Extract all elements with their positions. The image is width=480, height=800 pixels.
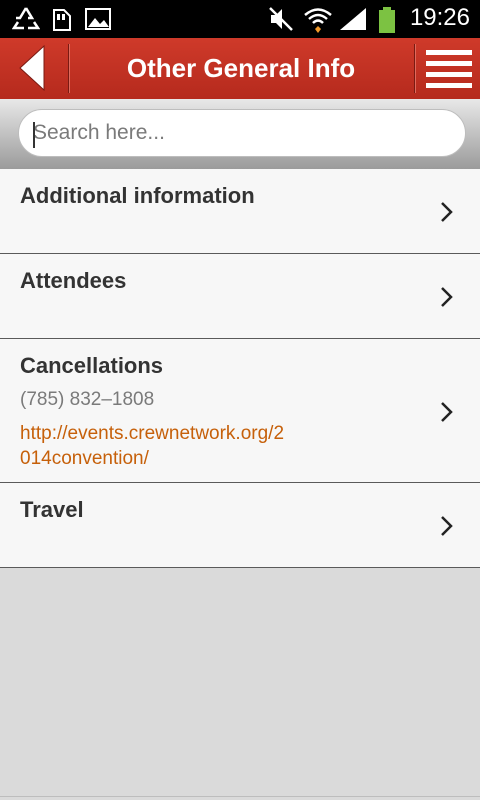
page-title: Other General Info xyxy=(126,53,356,83)
menu-icon xyxy=(426,50,472,88)
battery-icon xyxy=(379,7,395,33)
header-divider xyxy=(414,44,415,93)
clock: 19:26 xyxy=(409,4,470,31)
list-item-title: Cancellations xyxy=(20,353,164,378)
header-divider xyxy=(68,44,69,93)
status-bar: 19:26 xyxy=(0,0,480,38)
chevron-right-icon xyxy=(441,516,453,536)
list-item-travel[interactable]: Travel xyxy=(0,483,480,568)
info-list: Additional information Attendees Cancell… xyxy=(0,169,480,568)
list-item-cancellations[interactable]: Cancellations (785) 832–1808 http://even… xyxy=(0,339,480,483)
chevron-right-icon xyxy=(441,287,453,307)
list-item-title: Travel xyxy=(20,497,84,522)
text-cursor xyxy=(33,122,35,148)
search-bar xyxy=(0,99,480,169)
header-bar: Other General Info xyxy=(0,38,480,100)
recycle-icon xyxy=(12,7,40,30)
search-input[interactable] xyxy=(18,109,466,157)
back-arrow-icon xyxy=(19,44,45,92)
image-icon xyxy=(85,8,111,30)
chevron-right-icon xyxy=(441,202,453,222)
chevron-right-icon xyxy=(441,402,453,422)
signal-icon xyxy=(340,8,366,30)
event-link[interactable]: http://events.crewnetwork.org/2014conven… xyxy=(20,421,290,471)
mute-icon xyxy=(269,7,293,31)
list-item-title: Additional information xyxy=(20,183,255,208)
list-item-additional-information[interactable]: Additional information xyxy=(0,169,480,254)
phone-number[interactable]: (785) 832–1808 xyxy=(20,389,154,411)
back-button[interactable] xyxy=(0,38,68,99)
wifi-icon xyxy=(304,8,332,33)
bottom-divider xyxy=(0,796,480,797)
sd-card-icon xyxy=(53,9,71,31)
list-item-title: Attendees xyxy=(20,268,127,293)
list-item-attendees[interactable]: Attendees xyxy=(0,254,480,339)
menu-button[interactable] xyxy=(416,38,480,99)
